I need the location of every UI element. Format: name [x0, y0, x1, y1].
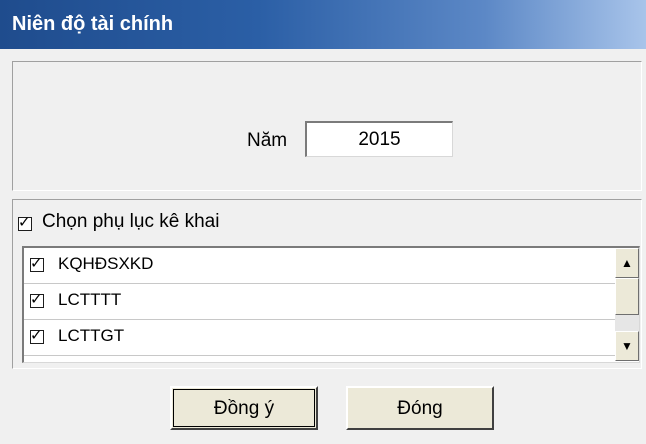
scroll-up-button[interactable]: ▲ [615, 248, 639, 278]
list-item-label: KQHĐSXKD [58, 254, 154, 273]
ok-button[interactable]: Đồng ý [170, 386, 318, 430]
down-arrow-icon: ▼ [621, 339, 633, 353]
checkmark-icon: ✓ [30, 327, 43, 344]
year-panel: Năm [12, 61, 642, 191]
item-checkbox[interactable]: ✓ [30, 255, 44, 272]
list-item[interactable]: ✓ KQHĐSXKD [24, 248, 616, 284]
list-item-label: LCTTGT [58, 326, 125, 345]
window-title: Niên độ tài chính [12, 13, 174, 35]
list-item[interactable]: ✓ LCTTTT [24, 284, 616, 320]
item-checkbox[interactable]: ✓ [30, 291, 44, 308]
scroll-thumb[interactable] [615, 278, 639, 315]
title-bar[interactable]: Niên độ tài chính [0, 0, 646, 49]
year-input[interactable] [305, 121, 453, 157]
up-arrow-icon: ▲ [621, 256, 633, 270]
scroll-down-button[interactable]: ▼ [615, 331, 639, 361]
list-item-label: LCTTTT [58, 290, 122, 309]
appendix-list: ✓ KQHĐSXKD ✓ LCTTTT ✓ LCTTGT ▲ ▼ [22, 246, 640, 363]
checkmark-icon: ✓ [30, 291, 43, 308]
dialog-body: Năm ✓ Chọn phụ lục kê khai ✓ KQHĐSXKD ✓ … [0, 49, 646, 444]
item-checkbox[interactable]: ✓ [30, 327, 44, 344]
select-all-label: Chọn phụ lục kê khai [42, 211, 220, 232]
vertical-scrollbar[interactable]: ▲ ▼ [615, 248, 639, 361]
year-label: Năm [247, 130, 288, 151]
checkmark-icon: ✓ [30, 255, 43, 272]
checkmark-icon: ✓ [18, 214, 31, 231]
select-all-checkbox[interactable]: ✓ [18, 214, 32, 231]
close-button[interactable]: Đóng [346, 386, 494, 430]
list-item[interactable]: ✓ LCTTGT [24, 320, 616, 356]
